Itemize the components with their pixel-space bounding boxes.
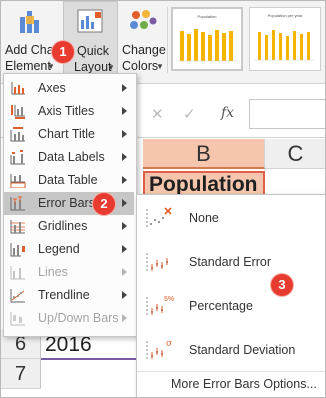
error-bars-std-dev-icon: σ: [146, 339, 172, 361]
chart-style-2[interactable]: Population per year: [249, 7, 321, 71]
change-colors-button[interactable]: Change Colors ▼: [119, 1, 167, 77]
menu-item-data-table[interactable]: Data Table: [4, 169, 134, 192]
add-chart-element-button[interactable]: Add Chart Element ▼: [1, 1, 63, 77]
submenu-item-label: Standard Deviation: [189, 343, 296, 357]
submenu-arrow-icon: [122, 199, 127, 207]
error-bars-icon: [10, 196, 25, 211]
menu-item-legend[interactable]: Legend: [4, 238, 134, 261]
submenu-item-none[interactable]: None: [137, 197, 325, 241]
submenu-arrow-icon: [122, 268, 127, 276]
menu-item-label: Lines: [38, 265, 68, 279]
enter-icon[interactable]: ✓: [183, 105, 196, 123]
step-badge-2: 2: [93, 193, 115, 215]
step-badge-1: 1: [52, 41, 74, 63]
menu-item-up-down-bars: Up/Down Bars: [4, 307, 134, 330]
menu-item-axis-titles[interactable]: Axis Titles: [4, 100, 134, 123]
data-labels-icon: [10, 150, 25, 165]
gridlines-icon: [10, 220, 25, 234]
error-bars-submenu: None Standard Error 5% Percentage σ Stan…: [136, 194, 325, 397]
submenu-item-standard-deviation[interactable]: σ Standard Deviation: [137, 329, 325, 373]
menu-item-gridlines[interactable]: Gridlines: [4, 215, 134, 238]
chart-style-1-preview: [177, 29, 237, 62]
error-bars-none-icon: [146, 207, 172, 229]
row-header-7[interactable]: 7: [1, 359, 41, 389]
ribbon-separator: [167, 7, 168, 73]
percentage-badge: 5%: [164, 296, 174, 303]
submenu-item-label: Standard Error: [189, 255, 271, 269]
column-header-b[interactable]: B: [143, 139, 265, 169]
submenu-arrow-icon: [122, 314, 127, 322]
submenu-arrow-icon: [122, 84, 127, 92]
menu-item-label: Error Bars: [38, 196, 95, 210]
submenu-item-percentage[interactable]: 5% Percentage: [137, 285, 325, 329]
menu-item-chart-title[interactable]: Chart Title: [4, 123, 134, 146]
submenu-arrow-icon: [122, 107, 127, 115]
menu-item-label: Data Labels: [38, 150, 105, 164]
legend-icon: [10, 243, 25, 257]
add-chart-element-menu: Axes Axis Titles Chart Title Data Labels…: [3, 73, 137, 337]
menu-item-label: Trendline: [38, 288, 90, 302]
lines-icon: [10, 266, 25, 280]
menu-item-label: Gridlines: [38, 219, 88, 233]
trendline-icon: [10, 289, 25, 303]
axes-icon: [11, 82, 25, 95]
submenu-item-label: None: [189, 211, 219, 225]
error-bars-standard-error-icon: [146, 253, 168, 273]
quick-layout-icon: [77, 9, 103, 33]
column-header-c[interactable]: C: [265, 139, 325, 169]
menu-item-data-labels[interactable]: Data Labels: [4, 146, 134, 169]
menu-item-trendline[interactable]: Trendline: [4, 284, 134, 307]
axis-titles-icon: [11, 105, 25, 119]
chart-title-icon: [10, 127, 25, 142]
submenu-arrow-icon: [122, 130, 127, 138]
sigma-badge: σ: [166, 339, 172, 349]
change-colors-icon: [130, 10, 157, 29]
chart-design-ribbon: Add Chart Element ▼ Quick Layout ▼ Chang…: [1, 1, 325, 84]
change-colors-label-2: Colors: [122, 59, 159, 73]
more-error-bars-options-link[interactable]: More Error Bars Options...: [171, 377, 317, 391]
chart-style-1-title: Population: [197, 14, 217, 19]
submenu-item-standard-error[interactable]: Standard Error: [137, 241, 325, 285]
menu-item-label: Axes: [38, 81, 66, 95]
submenu-arrow-icon: [122, 176, 127, 184]
add-chart-element-icon: [20, 11, 39, 33]
submenu-item-label: Percentage: [189, 299, 253, 313]
up-down-bars-icon: [10, 312, 25, 326]
menu-item-label: Legend: [38, 242, 80, 256]
menu-item-lines: Lines: [4, 261, 134, 284]
formula-input[interactable]: [249, 99, 325, 129]
submenu-arrow-icon: [122, 153, 127, 161]
menu-item-axes[interactable]: Axes: [4, 77, 134, 100]
menu-item-label: Data Table: [38, 173, 98, 187]
menu-item-label: Axis Titles: [38, 104, 95, 118]
excel-window: Add Chart Element ▼ Quick Layout ▼ Chang…: [0, 0, 326, 398]
add-chart-element-label-2: Element: [5, 59, 51, 73]
chart-style-2-preview: [254, 30, 314, 61]
chart-style-2-title: Population per year: [267, 13, 303, 18]
change-colors-label-1: Change: [122, 43, 166, 57]
submenu-arrow-icon: [122, 222, 127, 230]
submenu-arrow-icon: [122, 245, 127, 253]
chart-style-1[interactable]: Population: [171, 7, 243, 71]
menu-item-label: Up/Down Bars: [38, 311, 119, 325]
quick-layout-button[interactable]: Quick Layout ▼: [63, 1, 118, 77]
data-table-icon: [10, 174, 26, 188]
step-badge-3: 3: [271, 274, 293, 296]
insert-function-icon[interactable]: fx: [221, 105, 234, 121]
error-bars-percentage-icon: 5%: [146, 296, 174, 317]
quick-layout-label-1: Quick: [77, 44, 109, 58]
dropdown-arrow-icon: ▼: [156, 62, 164, 71]
menu-divider: [137, 371, 325, 372]
menu-item-label: Chart Title: [38, 127, 95, 141]
submenu-arrow-icon: [122, 291, 127, 299]
cancel-icon[interactable]: ✕: [151, 105, 164, 123]
